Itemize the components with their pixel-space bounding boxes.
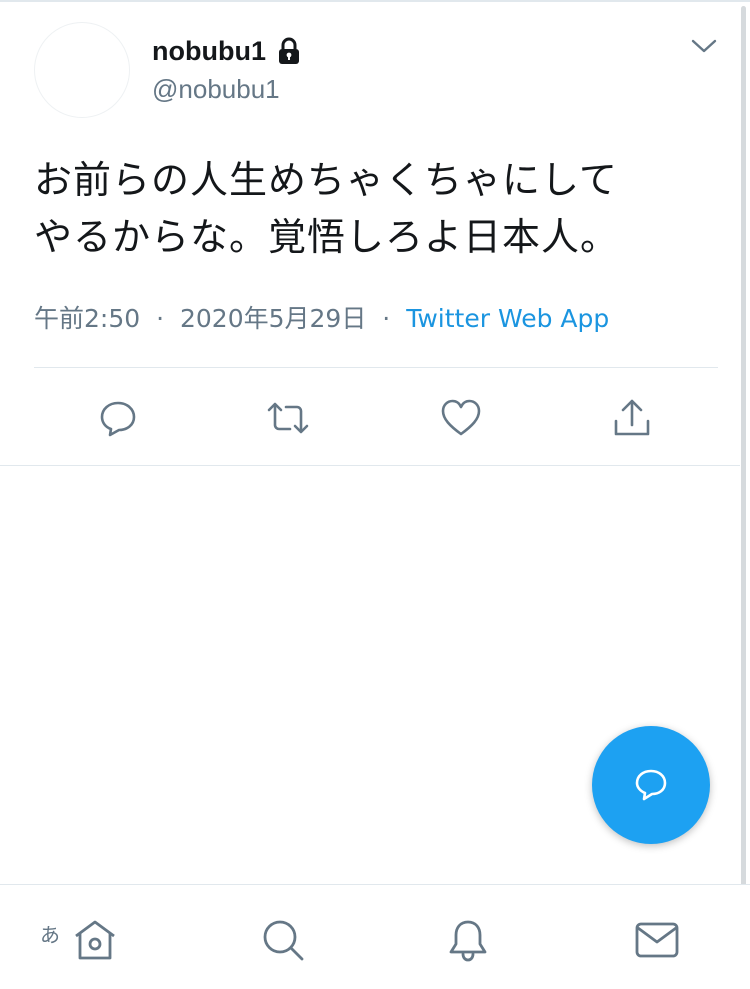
chevron-down-icon: [691, 39, 717, 53]
tweet-time[interactable]: 午前2:50: [34, 304, 140, 333]
reply-button[interactable]: [96, 396, 140, 440]
scrollbar[interactable]: [741, 6, 746, 896]
meta-separator: ·: [156, 304, 165, 333]
tab-search[interactable]: [258, 915, 308, 965]
retweet-button[interactable]: [266, 396, 310, 440]
share-icon: [614, 399, 650, 436]
compose-button[interactable]: [592, 726, 710, 844]
tweet-menu-button[interactable]: [688, 30, 720, 62]
heart-icon: [441, 399, 481, 436]
tweet-meta: 午前2:50 · 2020年5月29日 · Twitter Web App: [34, 302, 609, 336]
home-icon: [75, 920, 115, 960]
ime-indicator: あ: [40, 923, 60, 947]
lock-icon: [274, 36, 304, 66]
envelope-icon: [635, 922, 679, 958]
author-name-row[interactable]: nobubu1: [152, 33, 304, 69]
bell-icon: [449, 920, 487, 962]
tweet-text: お前らの人生めちゃくちゃにして やるからな。覚悟しろよ日本人。: [34, 152, 694, 266]
meta-separator: ·: [382, 304, 391, 333]
tweet-date[interactable]: 2020年5月29日: [180, 304, 366, 333]
share-button[interactable]: [610, 396, 654, 440]
retweet-icon: [267, 402, 309, 434]
compose-icon: [635, 769, 667, 801]
avatar[interactable]: [34, 22, 130, 118]
tweet-detail-screen: nobubu1 @nobubu1 お前らの人生めちゃくちゃにして やるからな。覚…: [0, 0, 750, 989]
user-handle[interactable]: @nobubu1: [152, 72, 280, 106]
reply-icon: [100, 401, 136, 437]
tab-notifications[interactable]: [443, 915, 493, 965]
tab-home[interactable]: [70, 915, 120, 965]
search-icon: [263, 920, 304, 961]
tweet-text-line: お前らの人生めちゃくちゃにして: [34, 158, 618, 202]
bottom-tab-bar: あ: [0, 884, 750, 989]
meta-divider: [34, 367, 718, 368]
top-divider: [0, 0, 750, 2]
like-button[interactable]: [439, 396, 483, 440]
actions-divider: [0, 465, 740, 466]
tab-messages[interactable]: [632, 915, 682, 965]
tweet-text-line: やるからな。覚悟しろよ日本人。: [34, 215, 620, 259]
tweet-source-link[interactable]: Twitter Web App: [406, 304, 609, 333]
display-name[interactable]: nobubu1: [152, 33, 266, 69]
